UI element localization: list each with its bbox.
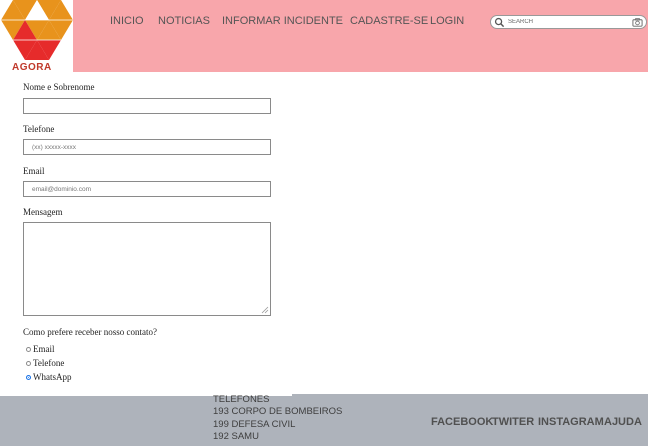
phone-bombeiros: 193 CORPO DE BOMBEIROS: [213, 406, 343, 418]
email-input[interactable]: [23, 181, 271, 197]
link-instagram[interactable]: INSTAGRAM: [538, 416, 604, 428]
radio-button-selected[interactable]: [26, 374, 31, 380]
phones-title: TELEFONES: [213, 394, 270, 405]
radio-label-email: Email: [33, 344, 55, 354]
nav-item-login[interactable]: LOGIN: [430, 15, 464, 27]
link-facebook[interactable]: FACEBOOK: [431, 416, 493, 428]
radio-label-whatsapp: WhatsApp: [33, 372, 72, 382]
search-box: [490, 15, 647, 29]
radio-button[interactable]: [26, 346, 31, 352]
phone-label: Telefone: [23, 124, 55, 134]
link-twitter[interactable]: TWITER: [492, 416, 534, 428]
camera-icon[interactable]: [632, 17, 643, 28]
nav-item-inicio[interactable]: INICIO: [110, 15, 144, 27]
phone-input[interactable]: [23, 139, 271, 155]
nav-item-cadastre-se[interactable]: CADASTRE-SE: [350, 15, 428, 27]
name-input[interactable]: [23, 98, 271, 114]
site-header: AGORA INICIO NOTICIAS INFORMAR INCIDENTE…: [0, 0, 648, 73]
resize-grip-icon[interactable]: [261, 306, 269, 314]
message-label: Mensagem: [23, 207, 63, 217]
emergency-phones: TELEFONES 193 CORPO DE BOMBEIROS 199 DEF…: [213, 394, 342, 443]
name-label: Nome e Sobrenome: [23, 82, 95, 92]
link-ajuda[interactable]: AJUDA: [604, 416, 642, 428]
message-textarea[interactable]: [23, 222, 271, 316]
site-footer: TELEFONES 193 CORPO DE BOMBEIROS 199 DEF…: [0, 394, 648, 446]
search-icon[interactable]: [494, 17, 505, 28]
phone-defesa-civil: 199 DEFESA CIVIL: [213, 418, 296, 430]
radio-label-telefone: Telefone: [33, 358, 65, 368]
radio-button[interactable]: [26, 360, 31, 366]
radio-option-whatsapp[interactable]: WhatsApp: [26, 372, 72, 382]
radio-option-telefone[interactable]: Telefone: [26, 358, 64, 368]
logo[interactable]: AGORA: [0, 0, 73, 73]
contact-question: Como prefere receber nosso contato?: [23, 327, 157, 337]
search-input[interactable]: [508, 17, 626, 27]
email-label: Email: [23, 166, 45, 176]
nav-item-noticias[interactable]: NOTICIAS: [158, 15, 210, 27]
phone-samu: 192 SAMU: [213, 430, 259, 442]
nav-item-informar-incidente[interactable]: INFORMAR INCIDENTE: [222, 15, 343, 27]
radio-option-email[interactable]: Email: [26, 344, 55, 354]
